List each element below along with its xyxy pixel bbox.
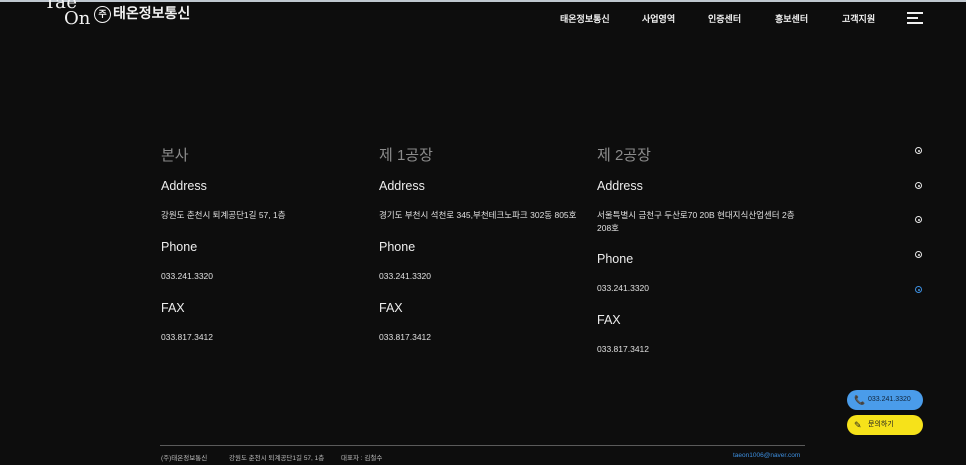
- inquiry-button-label: 문의하기: [868, 421, 894, 428]
- location-column-factory2: 제 2공장 Address 서울특별시 금천구 두산로70 20B 현대지식산업…: [597, 144, 802, 374]
- section-dot-2[interactable]: [915, 182, 922, 189]
- footer-divider: [160, 445, 805, 446]
- phone-label: Phone: [597, 252, 634, 266]
- phone-icon: 📞: [854, 395, 866, 405]
- address-value: 경기도 부천시 석천로 345,부천테크노파크 302동 805호: [379, 210, 577, 220]
- nav-item-taeon[interactable]: 태온정보통신: [560, 12, 610, 25]
- location-title: 제 1공장: [379, 147, 433, 164]
- location-title: 본사: [161, 147, 189, 164]
- location-column-factory1: 제 1공장 Address 경기도 부천시 석천로 345,부천테크노파크 30…: [379, 144, 584, 362]
- address-label: Address: [161, 179, 207, 193]
- logo-line2: On: [64, 8, 91, 29]
- section-dot-3[interactable]: [915, 216, 922, 223]
- footer-address: 강원도 춘천시 퇴계공단1길 57, 1층: [229, 455, 325, 462]
- phone-value: 033.241.3320: [161, 271, 213, 281]
- pencil-icon: ✎: [854, 420, 862, 430]
- nav-item-pr[interactable]: 홍보센터: [775, 12, 808, 25]
- call-button[interactable]: 📞 033.241.3320: [847, 390, 923, 410]
- nav-item-business[interactable]: 사업영역: [642, 12, 675, 25]
- company-name-text: 태온정보통신: [113, 5, 191, 21]
- section-dot-1[interactable]: [915, 147, 922, 154]
- phone-value: 033.241.3320: [379, 271, 431, 281]
- top-border: [0, 0, 966, 2]
- fax-label: FAX: [597, 313, 621, 327]
- call-button-label: 033.241.3320: [868, 396, 911, 403]
- logo[interactable]: Tae On: [44, 0, 92, 30]
- fax-label: FAX: [379, 301, 403, 315]
- section-dot-5-active[interactable]: [915, 286, 922, 293]
- fax-label: FAX: [161, 301, 185, 315]
- address-value: 강원도 춘천시 퇴계공단1길 57, 1층: [161, 210, 286, 220]
- phone-label: Phone: [161, 240, 198, 254]
- fax-value: 033.817.3412: [379, 332, 431, 342]
- location-title: 제 2공장: [597, 147, 651, 164]
- nav-item-support[interactable]: 고객지원: [842, 12, 875, 25]
- section-dot-4[interactable]: [915, 251, 922, 258]
- phone-value: 033.241.3320: [597, 283, 649, 293]
- fax-value: 033.817.3412: [597, 344, 649, 354]
- hamburger-menu-icon[interactable]: [907, 12, 925, 24]
- footer-ceo: 대표자 : 김철수: [341, 455, 383, 462]
- location-column-hq: 본사 Address 강원도 춘천시 퇴계공단1길 57, 1층 Phone 0…: [161, 144, 371, 362]
- phone-label: Phone: [379, 240, 416, 254]
- footer-company: (주)태온정보통신: [161, 455, 208, 462]
- company-mark: 주: [94, 6, 111, 23]
- address-value: 서울특별시 금천구 두산로70 20B 현대지식산업센터 2층 208호: [597, 210, 795, 233]
- fax-value: 033.817.3412: [161, 332, 213, 342]
- footer-email-link[interactable]: taeon1006@naver.com: [733, 452, 800, 459]
- address-label: Address: [379, 179, 425, 193]
- nav-item-certification[interactable]: 인증센터: [708, 12, 741, 25]
- inquiry-button[interactable]: ✎ 문의하기: [847, 415, 923, 435]
- company-name[interactable]: 주 태온정보통신: [94, 3, 190, 23]
- address-label: Address: [597, 179, 643, 193]
